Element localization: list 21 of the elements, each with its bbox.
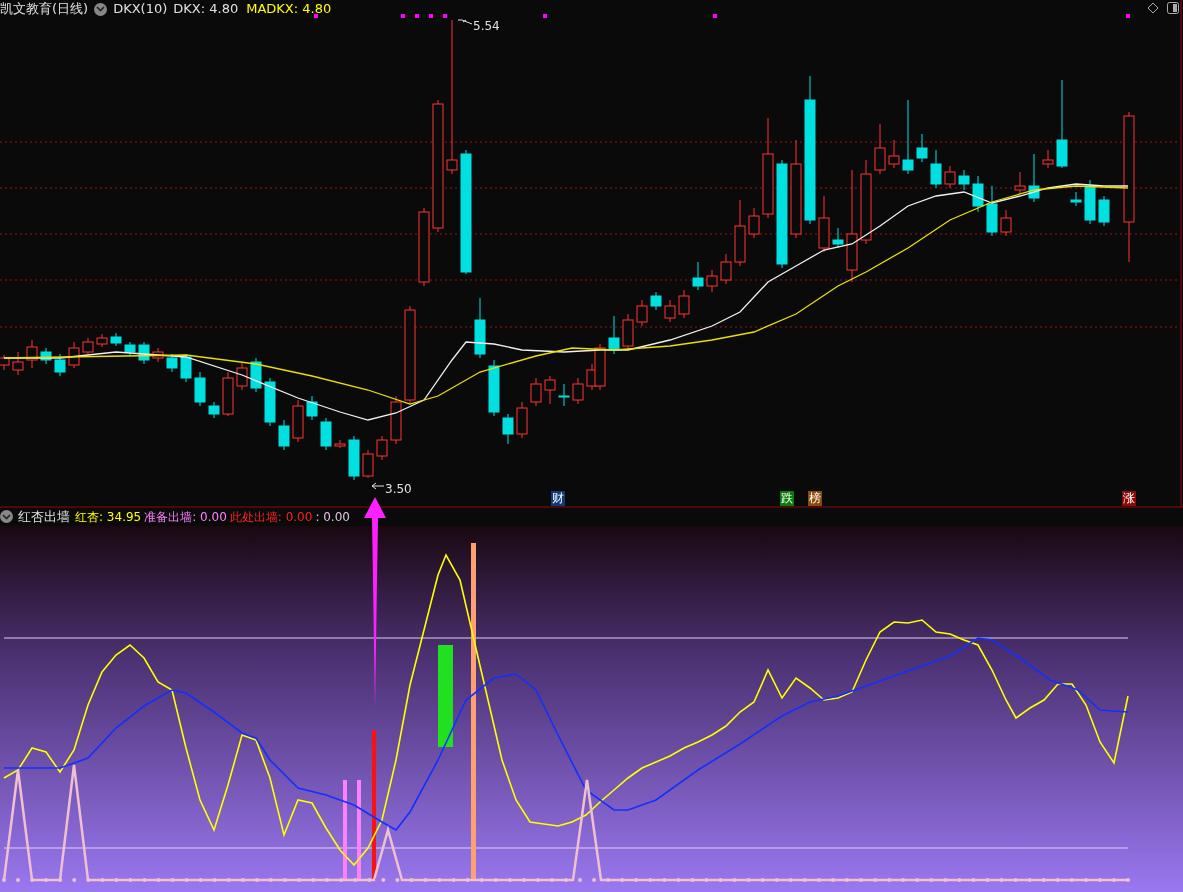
legend-value: 准备出墙: 0.00 <box>144 508 227 525</box>
legend-value: MADKX: 4.80 <box>246 1 332 17</box>
dropdown-icon[interactable] <box>94 2 108 16</box>
chart-title: 凯文教育(日线) <box>0 1 89 17</box>
event-tag[interactable]: 跌 <box>780 491 794 506</box>
indicator-title: 红杏出墙 <box>18 508 70 525</box>
panel-toggle-icon[interactable] <box>1167 2 1179 14</box>
event-tag[interactable]: 财 <box>551 491 565 506</box>
legend-value: 红杏: 34.95 <box>75 508 142 525</box>
event-tag[interactable]: 榜 <box>808 491 822 506</box>
pointer-line <box>457 19 473 25</box>
indicator-name: DKX(10) <box>113 1 168 17</box>
diamond-icon[interactable] <box>1147 2 1159 14</box>
legend-value: DKX: 4.80 <box>173 1 239 17</box>
price-label: 5.54 <box>473 18 500 35</box>
pointer-line <box>371 482 385 490</box>
legend-value: 此处出墙: 0.00 <box>229 508 313 525</box>
event-tag[interactable]: 涨 <box>1122 491 1136 506</box>
price-label: 3.50 <box>385 481 412 498</box>
dropdown-icon[interactable] <box>0 510 13 523</box>
legend-value: : 0.00 <box>315 508 350 525</box>
